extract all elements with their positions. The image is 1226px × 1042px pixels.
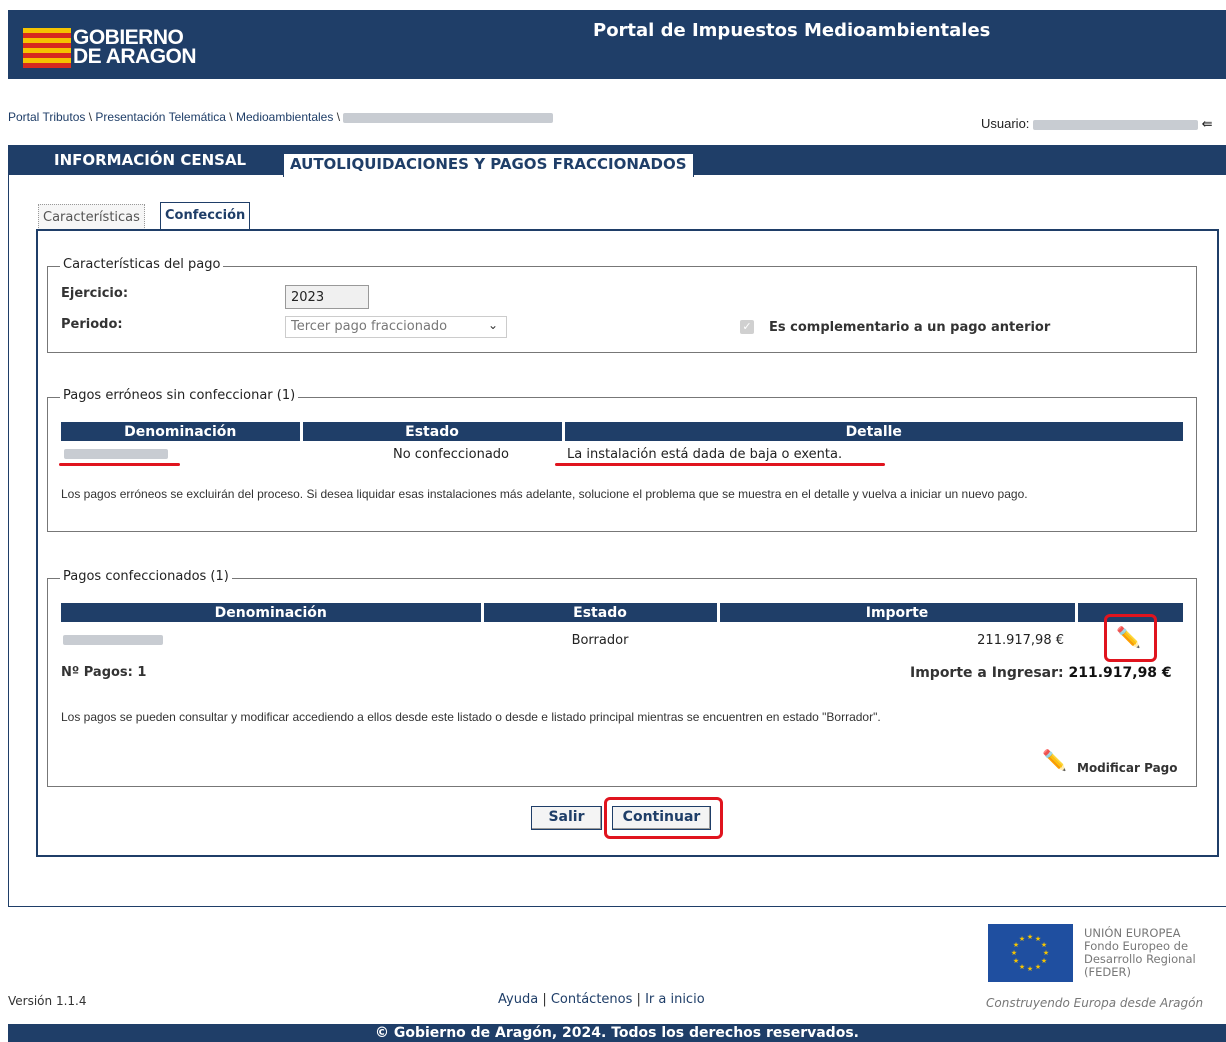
svg-text:★: ★ [1035,963,1041,971]
breadcrumb-separator: \ [88,110,93,124]
table-header-row: Denominación Estado Detalle [61,422,1183,441]
svg-text:★: ★ [1041,941,1047,949]
col-denominacion: Denominación [61,422,303,441]
svg-text:★: ★ [1013,957,1019,965]
complementario-label: Es complementario a un pago anterior [769,320,1051,335]
ejercicio-label: Ejercicio: [61,286,129,301]
table-header-row: Denominación Estado Importe [61,603,1183,622]
subtab-caracteristicas[interactable]: Características [38,204,145,230]
num-pagos: Nº Pagos: 1 [61,665,147,680]
breadcrumb-presentacion-telematica[interactable]: Presentación Telemática [95,110,226,124]
pencil-icon[interactable]: ✏️ [1042,750,1067,770]
pagos-erroneos-table: Denominación Estado Detalle No confeccio… [61,422,1183,467]
confeccionados-note: Los pagos se pueden consultar y modifica… [61,710,881,724]
erroneos-note: Los pagos erróneos se excluirán del proc… [61,487,1028,501]
pagos-confeccionados-legend: Pagos confeccionados (1) [60,569,232,584]
table-row: Borrador 211.917,98 € [61,622,1183,658]
col-estado: Estado [301,422,565,441]
footer-links: Ayuda | Contáctenos | Ir a inicio [498,992,705,1007]
logo-text: GOBIERNO DE ARAGON [73,26,197,68]
user-name-redacted [1033,119,1199,130]
tab-autoliquidaciones[interactable]: AUTOLIQUIDACIONES Y PAGOS FRACCIONADOS [283,153,694,177]
subtab-confeccion[interactable]: Confección [160,202,251,230]
denominacion-cell [61,622,482,658]
periodo-label: Periodo: [61,317,123,332]
caracteristicas-pago-fieldset: Características del pago [47,257,1197,353]
svg-text:★: ★ [1027,933,1033,941]
svg-text:★: ★ [1011,949,1017,957]
periodo-select[interactable]: Tercer pago fraccionado ⌄ [285,316,507,338]
breadcrumb-separator: \ [336,110,341,124]
col-detalle: Detalle [563,422,1183,441]
periodo-value: Tercer pago fraccionado [291,319,448,334]
version-text: Versión 1.1.4 [8,994,87,1008]
user-info: Usuario: ⇚ [981,116,1213,132]
modificar-pago-link[interactable]: Modificar Pago [1077,761,1178,775]
importe-cell: 211.917,98 € [977,632,1064,648]
svg-text:★: ★ [1041,957,1047,965]
eu-feder-text: UNIÓN EUROPEA Fondo Europeo de Desarroll… [1084,926,1196,979]
ir-inicio-link[interactable]: Ir a inicio [645,992,705,1007]
breadcrumb-current-redacted [343,112,554,123]
svg-text:★: ★ [1019,963,1025,971]
estado-cell: Borrador [571,632,629,648]
complementario-checkbox[interactable]: ✓ [740,320,754,334]
eu-motto: Construyendo Europa desde Aragón [986,996,1204,1010]
ayuda-link[interactable]: Ayuda [498,992,538,1007]
highlight-underline [59,463,180,466]
highlight-box [604,797,723,839]
salir-button[interactable]: Salir [531,806,602,830]
estado-cell: No confeccionado [393,446,509,462]
denominacion-redacted [64,449,168,459]
portal-title: Portal de Impuestos Medioambientales [593,20,991,41]
caracteristicas-pago-legend: Características del pago [60,257,224,272]
eu-flag-icon: ★ ★ ★ ★ ★ ★ ★ ★ ★ ★ ★ ★ [988,924,1073,982]
svg-text:★: ★ [1027,965,1033,973]
breadcrumb-portal-tributos[interactable]: Portal Tributos [8,110,85,124]
col-importe: Importe [718,603,1078,622]
user-label: Usuario: [981,116,1030,131]
tab-informacion-censal[interactable]: INFORMACIÓN CENSAL [54,145,246,175]
denominacion-redacted [63,635,163,645]
breadcrumb: Portal Tributos \ Presentación Telemátic… [8,110,554,124]
importe-ingresar: Importe a Ingresar: 211.917,98 € [910,665,1172,681]
aragon-flag-icon [23,28,71,68]
footer-separator: | [542,992,547,1007]
col-denominacion: Denominación [61,603,484,622]
col-estado: Estado [482,603,720,622]
footer-separator: | [636,992,641,1007]
header-bar: GOBIERNO DE ARAGON Portal de Impuestos M… [8,10,1226,79]
pagos-confeccionados-table: Denominación Estado Importe Borrador 211… [61,603,1183,658]
breadcrumb-separator: \ [229,110,233,124]
highlight-underline [555,463,885,466]
copyright-bar: © Gobierno de Aragón, 2024. Todos los de… [8,1024,1226,1042]
gobierno-aragon-logo[interactable]: GOBIERNO DE ARAGON [23,22,223,68]
svg-text:★: ★ [1019,935,1025,943]
chevron-down-icon: ⌄ [487,318,498,332]
logout-icon[interactable]: ⇚ [1202,116,1213,131]
main-tab-bar: INFORMACIÓN CENSAL AUTOLIQUIDACIONES Y P… [8,145,1226,177]
importe-ingresar-label: Importe a Ingresar: [910,665,1064,681]
ejercicio-field[interactable]: 2023 [285,285,369,309]
pagos-erroneos-legend: Pagos erróneos sin confeccionar (1) [60,388,299,403]
svg-text:★: ★ [1043,949,1049,957]
edit-pencil-icon[interactable]: ✏️ [1116,627,1141,647]
breadcrumb-medioambientales[interactable]: Medioambientales [236,110,333,124]
contactenos-link[interactable]: Contáctenos [551,992,633,1007]
importe-ingresar-value: 211.917,98 € [1068,665,1172,681]
